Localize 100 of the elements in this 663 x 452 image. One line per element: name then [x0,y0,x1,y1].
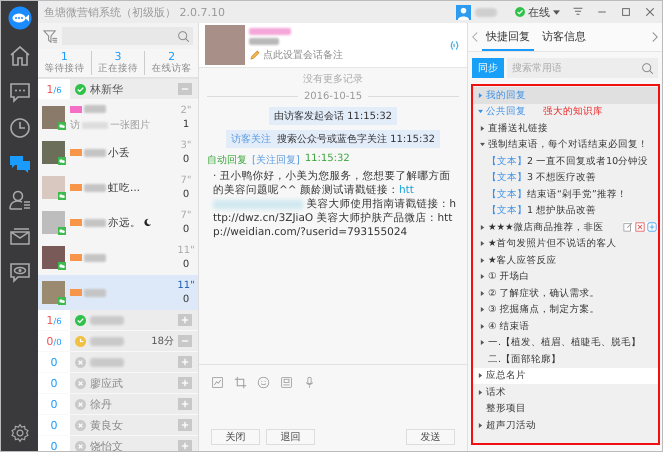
unread-count: 0 [182,189,190,200]
online-count: 0 [50,418,58,432]
tree-item[interactable]: 应总名片 [473,368,658,384]
caret-right-icon [480,340,484,346]
chevron-left-icon[interactable] [472,31,478,43]
reply-item[interactable]: 【文本】结束语“剁手党”推荐！ [473,186,658,202]
reply-item[interactable]: 【文本】2 一直不回复或者10分钟没 [473,153,658,170]
message-time: 11:15:32 [304,153,350,166]
tree-item[interactable]: 一.【植发、植眉、植睫毛、脱毛】 [473,334,658,351]
unread-count: 0 [182,154,190,165]
message-preview: 访 [70,118,80,132]
plus-icon [181,379,189,387]
online-count: 0 [50,440,58,451]
chevron-right-icon[interactable] [652,31,658,43]
action-button[interactable]: 关闭 [211,429,260,445]
tree-item[interactable]: ★客人应答反应 [473,252,658,268]
tab[interactable]: 访客信息 [538,23,590,51]
image-icon [211,376,224,388]
delete-icon[interactable] [635,222,645,232]
tree-item[interactable]: ④ 结束语 [473,318,658,334]
plus-icon [181,442,189,450]
clock-icon [75,336,86,346]
window-title: 鱼塘微营销系统（初级版） 2.0.7.10 [43,4,225,20]
search-field[interactable] [62,27,193,45]
agent-name: 廖应武 [90,376,123,390]
photo-placeholder [42,141,65,164]
tree-item[interactable]: 超声刀活动 [473,417,658,434]
home-icon [8,44,32,68]
caret-right-icon [480,274,484,280]
search-icon [641,62,654,74]
elapsed-time: 7" [180,175,192,186]
event-label: 访客关注 [230,134,271,145]
expand-button[interactable] [178,440,192,451]
unread-count: 0 [182,259,190,270]
system-message: 由访客发起会话 11:15:32 [268,107,398,125]
redacted-text [82,122,108,128]
date-divider: 2016-10-15 [304,91,362,102]
check-circle-icon [75,314,86,326]
message-preview: 一张图片 [110,118,150,132]
expand-button[interactable] [178,419,192,431]
tree-item[interactable]: ③ 挖掘痛点，制定方案。 [473,302,658,318]
tree-item[interactable]: 话术 [473,384,658,400]
cross-circle-icon [75,398,86,410]
contacts-icon [8,188,32,212]
expand-button[interactable] [178,356,192,368]
online-count: 0/0 [46,334,62,348]
caret-right-icon [478,373,482,378]
search-field[interactable]: 搜索常用语 [507,58,658,78]
tree-item[interactable]: 强制结束语，每个对话结束必回复！ [473,136,658,153]
history-notice: 没有更多记录 [303,73,363,86]
online-count: 0 [50,356,58,368]
caret-right-icon [478,422,482,428]
edit-icon[interactable] [623,222,633,232]
collapse-button[interactable] [178,83,192,95]
expand-button[interactable] [178,398,192,410]
wechat-badge-icon [58,157,66,165]
tree-item[interactable]: 直播送礼链接 [473,120,658,136]
add-icon[interactable] [647,222,657,232]
logo-icon [8,6,32,30]
close-icon [644,6,656,18]
conversation-item[interactable]: 11" 0 [38,275,198,310]
photo-placeholder [42,281,65,304]
tree-item[interactable]: ① 开场白 [473,268,658,285]
photo-placeholder [42,246,65,269]
send-button[interactable]: 发送 [406,429,455,445]
unread-count: 1 [182,119,190,130]
redacted-text [90,358,124,366]
reply-item[interactable]: 【文本】1 想护肤品改善 [473,202,658,219]
cross-circle-icon [75,356,86,368]
caret-down-icon [478,109,482,114]
plus-icon [181,400,189,408]
clock-icon [8,116,32,140]
action-button[interactable]: 退回 [266,429,315,445]
collapse-button[interactable] [178,335,192,347]
redacted-text [84,184,106,192]
microphone-icon [303,376,316,388]
reply-item[interactable]: 【文本】3 不想医疗改善 [473,170,658,186]
visitor-name: 小丢 [108,146,130,160]
agent-name: 黄良女 [90,418,123,432]
elapsed-time: 11" [177,280,195,291]
expand-button[interactable] [178,377,192,389]
message-icon [8,80,32,104]
tree-item[interactable]: ★★★微店商品推荐，非医 [473,219,658,236]
plus-icon [181,421,189,429]
tree-item[interactable]: ★首句发照片但不说话的客人 [473,236,658,252]
unread-count: 0 [182,224,190,235]
message-text: · 丑小鸭你好，小美为您服务，您想要了解哪方面的美容问题呢^^ 颜龄测试请戳链接：htt 美容大师使用指南请戳链接：http://dwz.cn/3ZJiaO 美容大师护肤产品微店：http://weidian.com/?userid=793155024 [212,169,457,239]
tree-item[interactable]: ② 了解症状，确认需求。 [473,285,658,302]
filter-icon[interactable] [43,28,58,44]
tree-item[interactable]: 整形项目 [473,400,658,417]
wechat-badge-icon [58,122,66,130]
redacted-text [84,105,106,113]
caret-right-icon [478,390,482,395]
tab[interactable]: 快捷回复 [482,23,534,51]
tree-item[interactable]: 二.【面部轮廓】 [473,351,658,368]
status-dropdown[interactable]: 在线 [509,4,566,20]
redacted-text [84,218,106,226]
tree-item[interactable]: 公共回复 强大的知识库 [473,104,658,120]
expand-button[interactable] [178,314,192,326]
elapsed-time: 11" [177,245,195,256]
